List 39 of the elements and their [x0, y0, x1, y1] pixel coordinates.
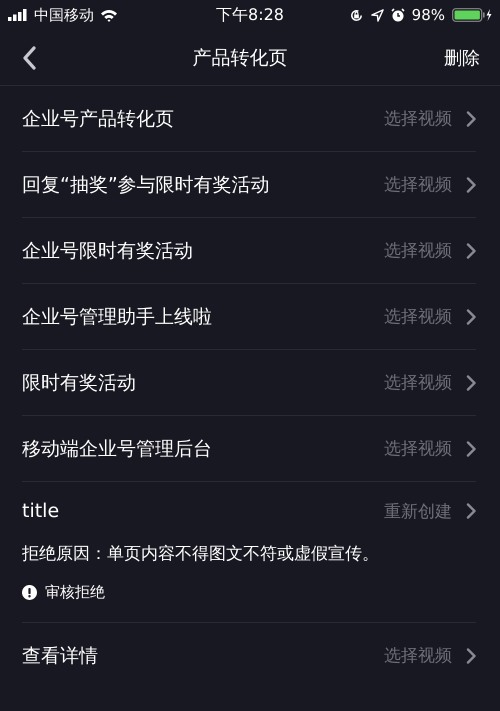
delete-button[interactable]: 删除 [444, 46, 480, 70]
item-title: 移动端企业号管理后台 [22, 436, 213, 462]
item-title: 查看详情 [22, 644, 99, 668]
item-action-link[interactable]: 选择视频 [384, 644, 476, 667]
item-action-link[interactable]: 选择视频 [384, 173, 476, 196]
wifi-icon [100, 8, 118, 22]
item-action-link[interactable]: 选择视频 [384, 305, 476, 328]
page-title: 产品转化页 [192, 46, 288, 70]
battery-charging-icon [452, 8, 492, 22]
rotation-lock-icon [348, 8, 364, 22]
rejection-reason: 拒绝原因：单页内容不得图文不符或虚假宣传。 [22, 543, 380, 566]
chevron-right-icon [466, 648, 476, 664]
item-action-link[interactable]: 选择视频 [384, 107, 476, 130]
warning-icon [22, 585, 37, 600]
battery-percent: 98% [412, 6, 445, 24]
item-title: 回复“抽奖”参与限时有奖活动 [22, 172, 271, 198]
item-title: title [22, 500, 60, 522]
item-action-link[interactable]: 重新创建 [384, 500, 476, 522]
status-time: 下午8:28 [216, 4, 284, 26]
item-action-link[interactable]: 选择视频 [384, 239, 476, 262]
item-title: 企业号产品转化页 [22, 106, 175, 132]
chevron-right-icon [466, 110, 476, 126]
item-action-link[interactable]: 选择视频 [384, 437, 476, 460]
chevron-right-icon [466, 440, 476, 456]
review-status: 审核拒绝 [45, 583, 105, 602]
carrier-name: 中国移动 [34, 6, 94, 24]
item-title: 企业号限时有奖活动 [22, 238, 194, 264]
signal-icon [8, 9, 28, 21]
item-title: 企业号管理助手上线啦 [22, 304, 213, 330]
back-button[interactable] [22, 46, 36, 70]
alarm-icon [390, 8, 405, 22]
chevron-right-icon [466, 308, 476, 324]
chevron-right-icon [466, 503, 476, 519]
location-icon [370, 8, 384, 22]
chevron-right-icon [466, 176, 476, 192]
chevron-right-icon [466, 374, 476, 390]
item-action-link[interactable]: 选择视频 [384, 371, 476, 394]
chevron-right-icon [466, 242, 476, 258]
item-title: 限时有奖活动 [22, 370, 137, 396]
